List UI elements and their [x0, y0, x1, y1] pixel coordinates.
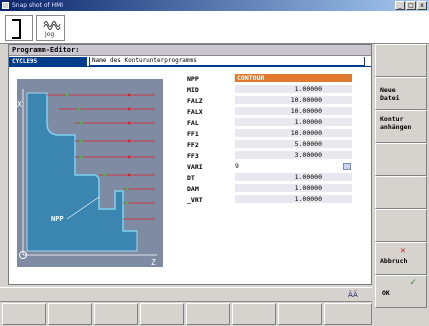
softkey-h4[interactable] [140, 303, 184, 325]
softkey-h3[interactable] [94, 303, 138, 325]
param-row-dt: DT 1.00000 [187, 173, 367, 183]
param-input-falx[interactable]: 10.00000 [235, 107, 352, 116]
softkey-h5[interactable] [186, 303, 230, 325]
param-label: FALX [187, 108, 203, 116]
softkey-h2[interactable] [48, 303, 92, 325]
check-icon: ✓ [409, 277, 416, 288]
param-input-ff3[interactable]: 3.00000 [235, 151, 352, 160]
param-input-ff1[interactable]: 10.00000 [235, 129, 352, 138]
editor-title: Programm-Editor: [9, 45, 371, 56]
window-controls: _ □ x [395, 1, 427, 10]
toggle-icon[interactable] [343, 163, 351, 170]
softkey-v6[interactable] [375, 209, 427, 242]
softkey-v4[interactable] [375, 143, 427, 176]
parameter-description: Name des Konturunterprogramms [89, 57, 365, 66]
cancel-x-icon: ✕ [400, 246, 406, 256]
param-row-falx: FALX 10.00000 [187, 107, 367, 117]
param-input-mid[interactable]: 1.00000 [235, 85, 352, 94]
softkey-v1[interactable] [375, 44, 427, 77]
machine-area-button[interactable] [5, 15, 33, 41]
cycle-help-graphic: X Z NPP [17, 79, 163, 267]
new-file-softkey[interactable]: Neue Datei [375, 77, 427, 110]
param-row-fal: FAL 1.00000 [187, 118, 367, 128]
status-strip [0, 287, 372, 302]
program-editor-panel: Programm-Editor: CYCLE95 Name des Kontur… [8, 44, 372, 285]
param-label: DT [187, 174, 195, 182]
param-label: FALZ [187, 97, 203, 105]
cancel-label: Abbruch [380, 257, 408, 265]
param-input-fal[interactable]: 1.00000 [235, 118, 352, 127]
param-label: _VRT [187, 196, 203, 204]
param-row-falz: FALZ 10.00000 [187, 96, 367, 106]
softkey-h8[interactable] [324, 303, 372, 325]
cycle-header: CYCLE95 Name des Konturunterprogramms [9, 57, 371, 67]
param-input-dt[interactable]: 1.00000 [235, 173, 352, 182]
softkey-v5[interactable] [375, 176, 427, 209]
param-input-ff2[interactable]: 5.00000 [235, 140, 352, 149]
npp-label: NPP [51, 215, 64, 223]
window-title-bar: Snap shot of HMI _ □ x [0, 0, 429, 11]
param-input-npp[interactable]: CONTOUR [235, 74, 352, 83]
param-row-mid: MID 1.00000 [187, 85, 367, 95]
softkey-h1[interactable] [2, 303, 46, 325]
param-label: DAM [187, 185, 199, 193]
app-icon [2, 2, 9, 9]
param-label: FF2 [187, 141, 199, 149]
param-row-vrt: _VRT 1.00000 [187, 195, 367, 205]
param-label: VARI [187, 163, 203, 171]
param-input-falz[interactable]: 10.00000 [235, 96, 352, 105]
cancel-softkey[interactable]: ✕ Abbruch [375, 242, 427, 275]
ok-softkey[interactable]: ✓ OK [375, 275, 427, 308]
x-axis-label: X [17, 100, 22, 109]
ok-label: OK [382, 289, 390, 297]
param-row-vari: VARI 9 [187, 162, 367, 172]
header-bar: Jog [0, 11, 429, 44]
jog-mode-button[interactable]: Jog [36, 15, 65, 41]
param-row-ff3: FF3 3.00000 [187, 151, 367, 161]
softkey-h6[interactable] [232, 303, 276, 325]
param-row-ff1: FF1 10.00000 [187, 129, 367, 139]
param-label: FF1 [187, 130, 199, 138]
softkey-h7[interactable] [278, 303, 322, 325]
maximize-button[interactable]: □ [406, 1, 416, 10]
language-icon: ÄÄ [348, 291, 358, 299]
param-input-vari[interactable]: 9 [235, 162, 352, 171]
param-label: NPP [187, 75, 199, 83]
param-label: MID [187, 86, 199, 94]
param-input-dam[interactable]: 1.00000 [235, 184, 352, 193]
cycle-tab[interactable]: CYCLE95 [9, 57, 87, 66]
minimize-button[interactable]: _ [395, 1, 405, 10]
param-label: FAL [187, 119, 199, 127]
z-axis-label: Z [151, 258, 156, 267]
append-contour-label: Kontur anhängen [380, 115, 412, 131]
jog-label: Jog [45, 31, 55, 38]
param-row-npp: NPP CONTOUR [187, 74, 367, 84]
param-input-vrt[interactable]: 1.00000 [235, 195, 352, 204]
param-row-ff2: FF2 5.00000 [187, 140, 367, 150]
close-button[interactable]: x [417, 1, 427, 10]
jog-wave-icon [43, 21, 61, 30]
param-row-dam: DAM 1.00000 [187, 184, 367, 194]
new-file-label: Neue Datei [380, 86, 400, 102]
window-title: Snap shot of HMI [12, 2, 64, 9]
append-contour-softkey[interactable]: Kontur anhängen [375, 110, 427, 143]
param-label: FF3 [187, 152, 199, 160]
bracket-icon [12, 19, 21, 39]
